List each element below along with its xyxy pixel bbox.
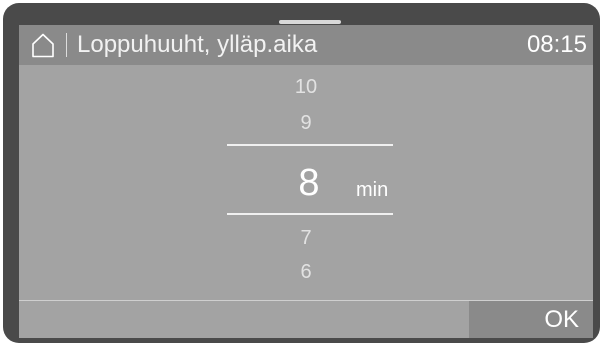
picker-value-below-1[interactable]: 7 [249, 226, 363, 250]
header-divider [66, 33, 67, 57]
picker-unit: min [356, 179, 389, 201]
picker-value-below-2[interactable]: 6 [249, 260, 363, 284]
picker-selection-line-top [227, 144, 393, 146]
ok-button[interactable]: OK [469, 301, 593, 338]
home-icon-graphic [32, 33, 54, 58]
picker-value-above-1[interactable]: 9 [249, 111, 363, 135]
page-title: Loppuhuuht, ylläp.aika [77, 31, 318, 58]
pull-down-handle[interactable] [279, 20, 341, 24]
clock-time: 08:15 [526, 31, 587, 58]
device-bezel: Loppuhuuht, ylläp.aika 08:15 10 9 8 min … [3, 3, 600, 343]
picker-selection-line-bottom [227, 213, 393, 215]
header-bar: Loppuhuuht, ylläp.aika 08:15 [19, 25, 593, 65]
display-screen: Loppuhuuht, ylläp.aika 08:15 10 9 8 min … [19, 25, 593, 338]
picker-value-above-2[interactable]: 10 [249, 75, 363, 99]
home-icon[interactable] [30, 32, 56, 58]
